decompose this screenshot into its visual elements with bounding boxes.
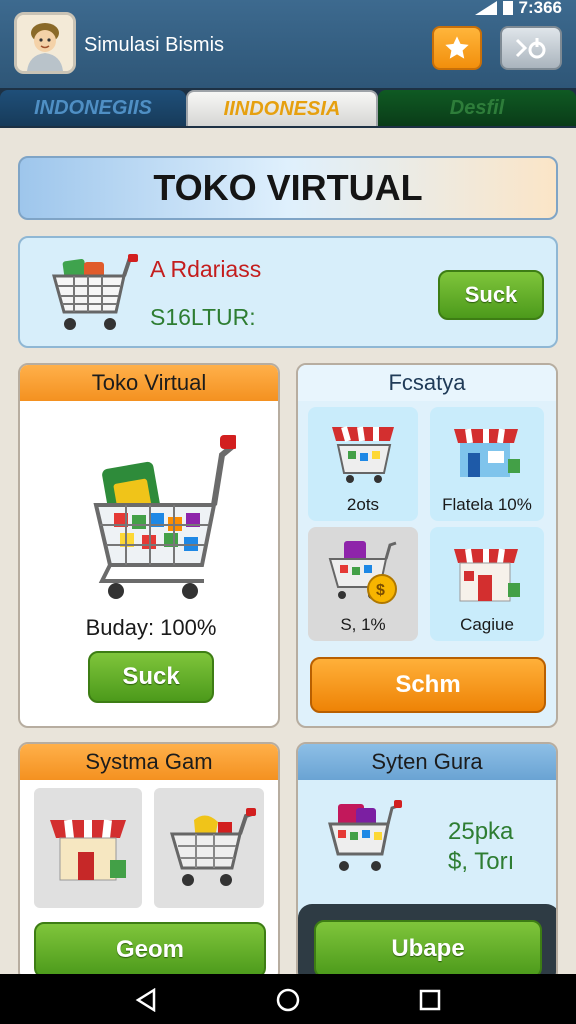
app-header: 7:366 Simulasi Bismis [0,0,576,88]
cart-coin-icon: $ [328,541,397,604]
system-tile-1[interactable] [34,788,142,908]
shopping-cart-icon [328,800,402,871]
home-icon[interactable] [276,988,300,1012]
system-nav-bar [0,974,576,1024]
features-action-button[interactable]: Schm [310,657,546,713]
features-panel-title: Fcsatya [298,365,556,401]
guide-panel: Syten Gura 25pka $, Torı Ubape [296,742,558,982]
avatar[interactable] [14,12,76,74]
guide-value-2: $, Torı [448,848,515,875]
guide-action-button[interactable]: Ubape [314,920,542,978]
svg-text:$: $ [376,582,385,599]
recents-icon[interactable] [418,988,442,1012]
shopping-cart-icon [93,435,236,599]
shopping-cart-icon [169,808,256,886]
battery-icon [502,1,513,15]
exit-icon [515,38,546,59]
budget-label: Buday: 100% [85,615,217,640]
avatar-icon [17,15,73,71]
feature-tile-1[interactable]: 2ots [308,407,418,521]
signal-icon [474,1,497,15]
tab-indonesia[interactable]: IINDONESIA [186,90,378,126]
tab-bar: INDONEGIIS IINDONESIA Desfil [0,88,576,128]
status-time: 7:366 [518,0,562,17]
shop-icon [50,819,126,881]
store-panel: Toko Virtual Buday: 100% Suck [18,363,280,728]
feature-tile-1-label: 2ots [346,495,380,514]
feature-tile-4-label: Cagiue [460,615,514,634]
feature-tile-2-label: Flatela 10% [442,495,532,514]
summary-action-button[interactable]: Suck [438,270,544,320]
guide-panel-title: Syten Gura [298,744,556,780]
status-bar: 7:366 [474,0,562,17]
exit-button[interactable] [500,26,562,70]
favorite-button[interactable] [432,26,482,70]
app-title: Simulasi Bismis [84,34,225,56]
page-title: TOKO VIRTUAL [18,156,558,220]
business-name: A Rdariass [150,256,262,282]
system-panel: Systma Gam Geom [18,742,280,982]
store-panel-title: Toko Virtual [20,365,278,401]
store-icon [454,548,520,602]
features-panel: Fcsatya 2ots Flatela 10% $ S, 1% Cagiue … [296,363,558,728]
store-action-button[interactable]: Suck [88,651,214,703]
guide-value-1: 25pka [448,818,514,845]
market-stall-icon [332,426,394,483]
business-money: S16LTUR: [150,304,256,330]
system-tile-2[interactable] [154,788,264,908]
shopping-cart-icon [52,254,138,330]
feature-tile-3[interactable]: $ S, 1% [308,527,418,641]
feature-tile-3-label: S, 1% [340,615,386,634]
system-action-button[interactable]: Geom [34,922,266,978]
tab-desfil[interactable]: Desfil [378,90,576,126]
shop-icon [454,428,520,477]
tab-indonegiis[interactable]: INDONEGIIS [0,90,186,126]
feature-tile-2[interactable]: Flatela 10% [430,407,544,521]
feature-tile-4[interactable]: Cagiue [430,527,544,641]
star-icon [445,36,469,59]
summary-card: A Rdariass S16LTUR: Suck [18,236,558,348]
system-panel-title: Systma Gam [20,744,278,780]
back-icon[interactable] [134,988,158,1012]
